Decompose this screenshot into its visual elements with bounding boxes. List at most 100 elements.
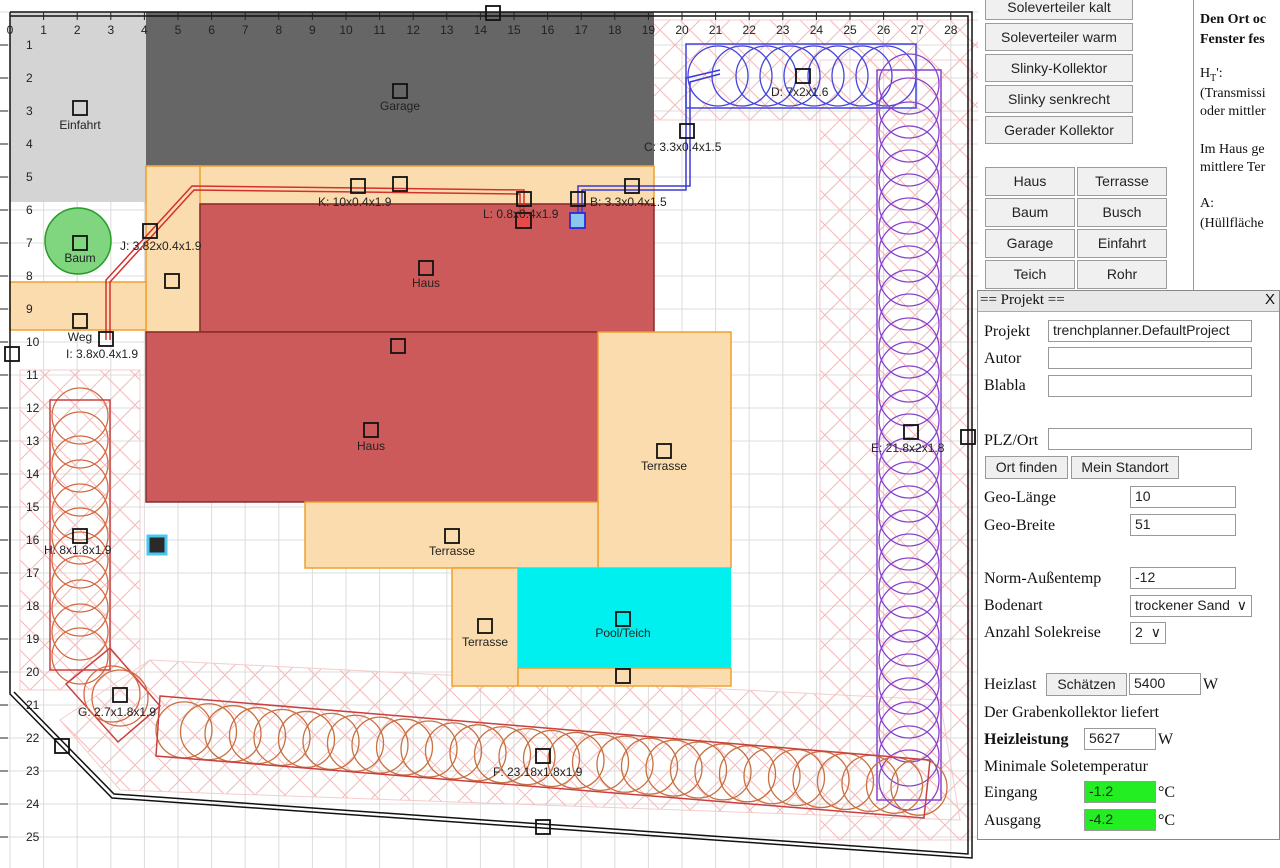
busch-button[interactable]: Busch	[1077, 198, 1167, 227]
heizlast-unit: W	[1203, 676, 1219, 693]
close-icon[interactable]: X	[1265, 291, 1275, 308]
mein-standort-button[interactable]: Mein Standort	[1071, 456, 1179, 479]
ausgang-temp-output: -4.2	[1084, 809, 1156, 831]
bodenart-select[interactable]: trockener Sand ∨	[1130, 595, 1252, 617]
x-tick-label: 28	[944, 23, 958, 37]
y-tick-label: 20	[26, 665, 40, 679]
x-tick-label: 25	[843, 23, 857, 37]
trench-h-label: H: 8x1.8x1.9	[44, 543, 112, 557]
ort-finden-button[interactable]: Ort finden	[985, 456, 1068, 479]
baum-button[interactable]: Baum	[985, 198, 1075, 227]
terrasse-bottom-area[interactable]	[304, 501, 599, 569]
y-tick-label: 7	[26, 236, 33, 250]
schaetzen-button[interactable]: Schätzen	[1046, 673, 1127, 696]
haus-lower-area[interactable]	[145, 331, 599, 503]
projekt-input[interactable]: trenchplanner.DefaultProject	[1048, 320, 1252, 342]
pool-area[interactable]	[518, 568, 731, 668]
x-tick-label: 17	[575, 23, 589, 37]
blabla-label: Blabla	[984, 377, 1026, 394]
x-tick-label: 15	[507, 23, 521, 37]
info-panel: Den Ort oc Fenster fes HT': (Transmissi …	[1193, 0, 1280, 292]
bodenart-label: Bodenart	[984, 597, 1043, 614]
heizleistung-output: 5627	[1084, 728, 1156, 750]
trench-f-label: F: 23.18x1.8x1.9	[493, 765, 583, 779]
x-tick-label: 27	[911, 23, 925, 37]
plz-ort-input[interactable]	[1048, 428, 1252, 450]
anzahl-solekreise-select[interactable]: 2 ∨	[1130, 622, 1166, 644]
projekt-panel: == Projekt == X Projekt trenchplanner.De…	[977, 290, 1280, 840]
geo-breite-label: Geo-Breite	[984, 517, 1056, 534]
x-tick-label: 16	[541, 23, 555, 37]
projekt-titlebar[interactable]: == Projekt == X	[978, 291, 1279, 312]
selected-handle[interactable]	[146, 534, 168, 556]
heizleistung-label: Heizleistung	[984, 731, 1069, 748]
x-tick-label: 19	[642, 23, 656, 37]
y-tick-label: 2	[26, 71, 33, 85]
terrasse-button[interactable]: Terrasse	[1077, 167, 1167, 196]
haus-button[interactable]: Haus	[985, 167, 1075, 196]
soleverteiler-warm-button[interactable]: Soleverteiler warm	[985, 23, 1133, 51]
terrasse-small-area[interactable]	[451, 567, 519, 687]
trench-b-label: B: 3.3x0.4x1.5	[590, 195, 667, 209]
autor-input[interactable]	[1048, 347, 1252, 369]
x-tick-label: 12	[407, 23, 421, 37]
einfahrt-button[interactable]: Einfahrt	[1077, 229, 1167, 258]
x-tick-label: 14	[474, 23, 488, 37]
info-line-2: Fenster fes	[1200, 32, 1265, 47]
x-tick-label: 4	[141, 23, 148, 37]
info-ht: HT':	[1200, 66, 1223, 84]
y-tick-label: 6	[26, 203, 33, 217]
geo-laenge-input[interactable]: 10	[1130, 486, 1236, 508]
trench-d-label: D: 7x2x1.6	[771, 85, 829, 99]
haus-upper-area[interactable]	[199, 203, 655, 333]
geo-breite-input[interactable]: 51	[1130, 514, 1236, 536]
norm-aussentemp-input[interactable]: -12	[1130, 567, 1236, 589]
soleverteiler-warm-handle[interactable]	[569, 212, 586, 229]
info-line-8: (Hüllfläche	[1200, 216, 1264, 231]
x-tick-label: 23	[776, 23, 790, 37]
x-tick-label: 20	[675, 23, 689, 37]
y-tick-label: 17	[26, 566, 40, 580]
y-tick-label: 25	[26, 830, 40, 844]
y-tick-label: 11	[26, 368, 39, 382]
trench-e-label: E: 21.8x2x1.8	[871, 441, 945, 455]
y-tick-label: 1	[26, 38, 33, 52]
trench-k-label: K: 10x0.4x1.9	[318, 195, 392, 209]
x-tick-label: 8	[275, 23, 282, 37]
gerader-kollektor-button[interactable]: Gerader Kollektor	[985, 116, 1133, 144]
haus-lower-label: Haus	[357, 439, 385, 453]
slinky-kollektor-button[interactable]: Slinky-Kollektor	[985, 54, 1133, 82]
info-ht-tail: ':	[1216, 66, 1223, 81]
slinky-senkrecht-button[interactable]: Slinky senkrecht	[985, 85, 1133, 113]
info-line-1: Den Ort oc	[1200, 12, 1267, 27]
x-tick-label: 1	[40, 23, 47, 37]
garage-button[interactable]: Garage	[985, 229, 1075, 258]
y-tick-label: 14	[26, 467, 40, 481]
teich-button[interactable]: Teich	[985, 260, 1075, 289]
haus-upper-label: Haus	[412, 276, 440, 290]
terrasse-right-area[interactable]	[597, 331, 732, 569]
rohr-button[interactable]: Rohr	[1077, 260, 1167, 289]
norm-aussentemp-label: Norm-Außentemp	[984, 570, 1102, 587]
eingang-temp-output: -1.2	[1084, 781, 1156, 803]
einfahrt-label: Einfahrt	[59, 118, 101, 132]
trench-i-label: I: 3.8x0.4x1.9	[66, 347, 138, 361]
autor-label: Autor	[984, 350, 1022, 367]
anzahl-solekreise-label: Anzahl Solekreise	[984, 624, 1101, 641]
y-tick-label: 5	[26, 170, 33, 184]
terrasse-small-label: Terrasse	[462, 635, 508, 649]
trench-l-label: L: 0.8x0.4x1.9	[483, 207, 559, 221]
x-tick-label: 13	[440, 23, 454, 37]
y-tick-label: 8	[26, 269, 33, 283]
x-tick-label: 2	[74, 23, 81, 37]
soleverteiler-kalt-button[interactable]: Soleverteiler kalt	[985, 0, 1133, 20]
y-tick-label: 22	[26, 731, 40, 745]
heizlast-label: Heizlast	[984, 676, 1037, 693]
eingang-label: Eingang	[984, 784, 1038, 801]
blabla-input[interactable]	[1048, 375, 1252, 397]
info-ht-main: H	[1200, 66, 1211, 81]
heizlast-input[interactable]: 5400	[1129, 673, 1201, 695]
x-tick-label: 3	[107, 23, 114, 37]
trench-plan-canvas[interactable]: 0 1 2 3 4 5 6 7 8 9 10 11 12 13 14 15 16 17 18 19 20 21 22 23 24…	[0, 0, 978, 868]
terrasse-bottom-label: Terrasse	[429, 544, 475, 558]
